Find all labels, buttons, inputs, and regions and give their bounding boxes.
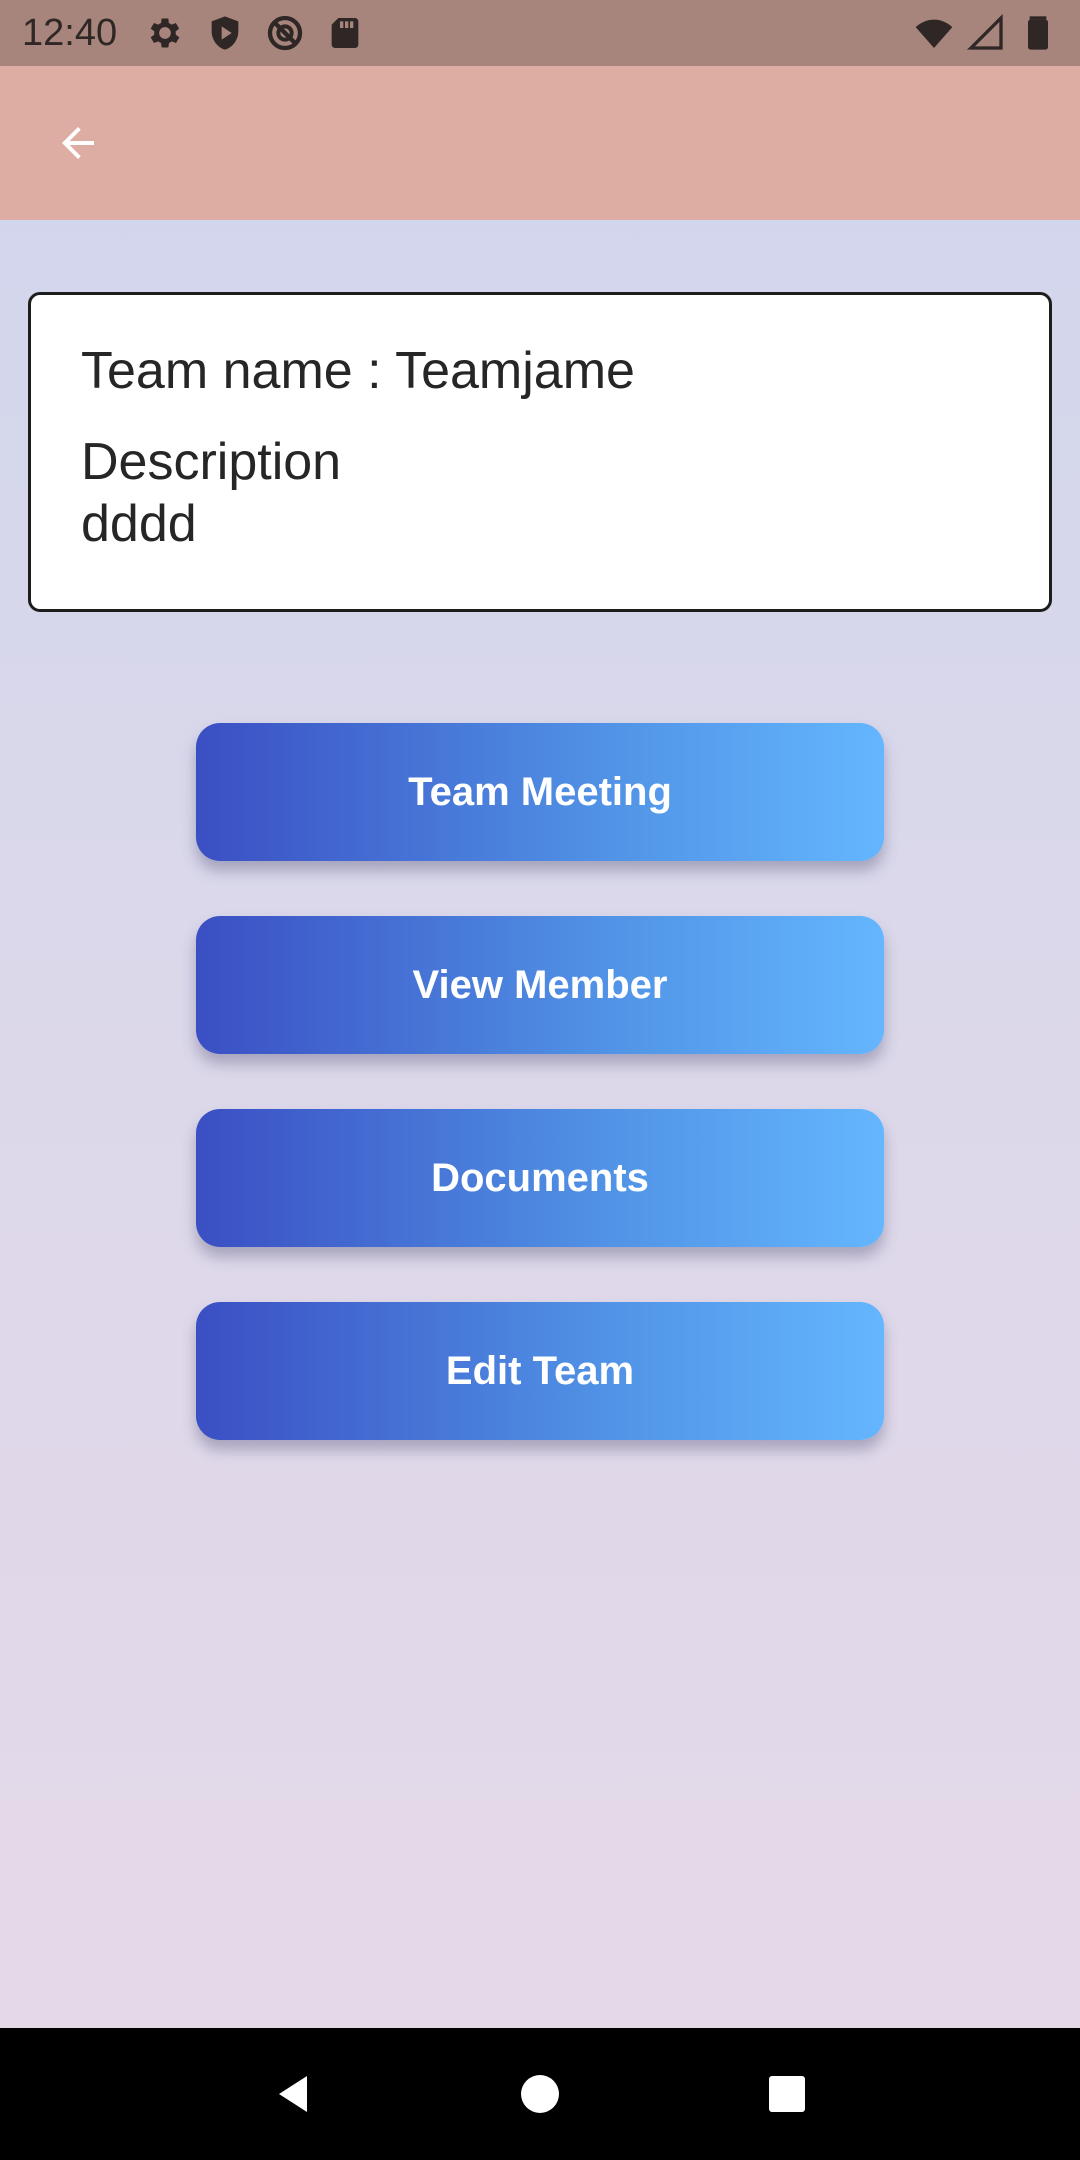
team-name-text: Team name : Teamjame: [81, 342, 635, 400]
view-member-button[interactable]: View Member: [196, 916, 884, 1054]
sd-card-icon: [331, 18, 359, 48]
edit-team-button[interactable]: Edit Team: [196, 1302, 884, 1440]
nav-home-button[interactable]: [505, 2059, 575, 2129]
home-circle-icon: [520, 2075, 559, 2113]
status-time: 12:40: [22, 11, 118, 54]
shield-icon: [211, 16, 239, 50]
back-triangle-icon: [279, 2076, 308, 2112]
status-bar: 12:40: [0, 0, 1080, 66]
documents-button[interactable]: Documents: [196, 1109, 884, 1247]
action-buttons: Team Meeting View Member Documents Edit …: [196, 723, 884, 1495]
status-icons-right: [914, 13, 1058, 53]
nav-recents-button[interactable]: [752, 2059, 822, 2129]
team-detail-screen: 12:40 Team name: Teamjame Description d…: [0, 0, 1080, 2160]
back-button[interactable]: [48, 113, 108, 173]
cell-signal-icon: [966, 13, 1003, 50]
description-label: Description: [81, 433, 342, 491]
wifi-icon: [915, 19, 953, 48]
nav-back-button[interactable]: [258, 2059, 328, 2129]
team-meeting-button[interactable]: Team Meeting: [196, 723, 884, 861]
gear-icon: [150, 18, 180, 48]
team-info-card: Team name : Teamjame Description dddd: [28, 292, 1052, 612]
recents-square-icon: [768, 2076, 805, 2112]
arrow-left-icon: [62, 127, 94, 159]
description-value: dddd: [81, 495, 197, 553]
system-nav-bar: [0, 2028, 1080, 2160]
app-bar: [0, 66, 1080, 220]
battery-icon: [1028, 16, 1048, 50]
status-icons-left: [145, 13, 365, 53]
do-not-disturb-icon: [267, 15, 303, 51]
